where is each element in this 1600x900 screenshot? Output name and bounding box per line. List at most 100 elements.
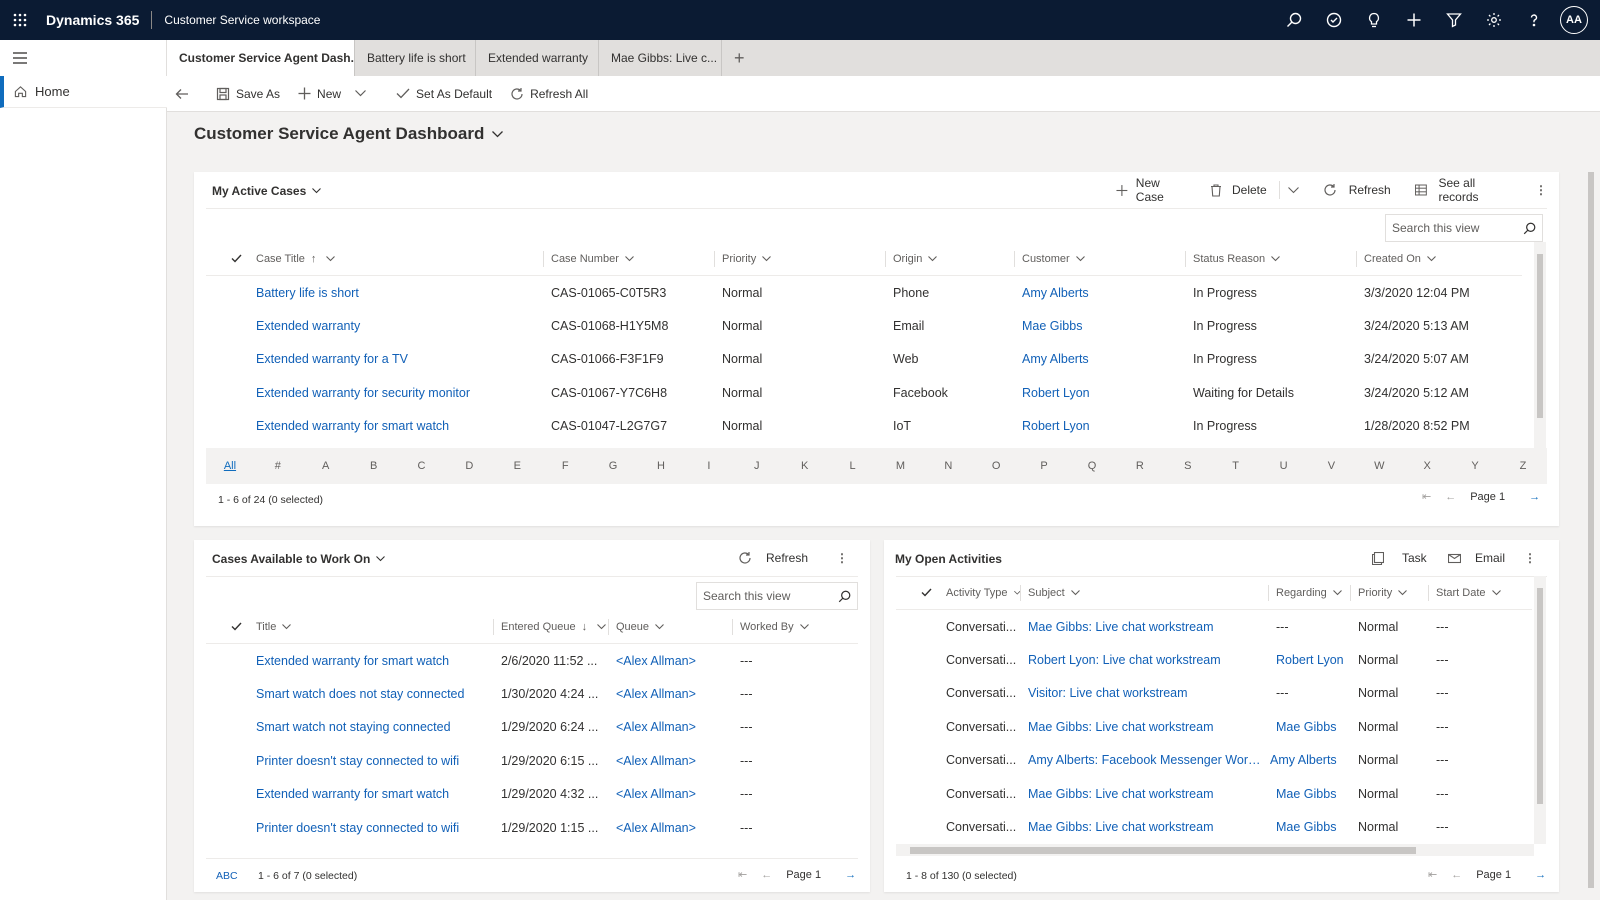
- column-header-created-on[interactable]: Created On: [1356, 242, 1522, 276]
- chevron-down-icon[interactable]: [355, 90, 366, 97]
- case-title-link[interactable]: Smart watch not staying connected: [248, 720, 493, 734]
- filter-letter[interactable]: G: [589, 460, 637, 472]
- filter-letter[interactable]: D: [445, 460, 493, 472]
- more-options-icon[interactable]: ⋮: [1523, 183, 1559, 197]
- regarding-link[interactable]: Robert Lyon: [1268, 653, 1350, 667]
- scrollbar-thumb[interactable]: [910, 847, 1416, 854]
- column-header-activity-type[interactable]: Activity Type: [938, 576, 1020, 610]
- table-row[interactable]: Battery life is short CAS-01065-C0T5R3 N…: [206, 276, 1522, 309]
- filter-letter[interactable]: E: [493, 460, 541, 472]
- column-header-customer[interactable]: Customer: [1014, 242, 1185, 276]
- column-header-title[interactable]: Title: [248, 610, 493, 644]
- brand-name[interactable]: Dynamics 365: [46, 12, 139, 28]
- chevron-down-icon[interactable]: [1287, 186, 1299, 194]
- search-input[interactable]: Search this view: [696, 582, 858, 610]
- queue-link[interactable]: <Alex Allman>: [608, 720, 732, 734]
- filter-letter[interactable]: B: [350, 460, 398, 472]
- sidebar-item-home[interactable]: Home: [0, 76, 167, 108]
- customer-link[interactable]: Robert Lyon: [1014, 419, 1185, 433]
- filter-letter[interactable]: Q: [1068, 460, 1116, 472]
- customer-link[interactable]: Mae Gibbs: [1014, 319, 1185, 333]
- table-row[interactable]: Conversati... Mae Gibbs: Live chat workst…: [896, 777, 1532, 810]
- column-header-case-title[interactable]: Case Title ↑: [248, 242, 543, 276]
- more-options-icon[interactable]: ⋮: [1524, 540, 1536, 576]
- grid-scrollbar[interactable]: [1534, 242, 1546, 448]
- filter-letter[interactable]: N: [924, 460, 972, 472]
- select-all-checkbox[interactable]: [896, 576, 938, 610]
- column-header-worked-by[interactable]: Worked By: [732, 610, 858, 644]
- filter-letter[interactable]: I: [685, 460, 733, 472]
- queue-link[interactable]: <Alex Allman>: [608, 821, 732, 835]
- case-title-link[interactable]: Battery life is short: [248, 286, 543, 300]
- scrollbar-thumb[interactable]: [1537, 588, 1543, 804]
- column-header-start-date[interactable]: Start Date: [1428, 576, 1532, 610]
- waffle-icon[interactable]: [0, 0, 40, 40]
- table-row[interactable]: Conversati... Mae Gibbs: Live chat workst…: [896, 710, 1532, 743]
- column-header-priority[interactable]: Priority: [1350, 576, 1428, 610]
- card-title[interactable]: My Active Cases: [212, 184, 322, 198]
- previous-page-icon[interactable]: ←: [761, 869, 772, 881]
- case-title-link[interactable]: Extended warranty: [248, 319, 543, 333]
- refresh-button[interactable]: Refresh: [738, 540, 808, 576]
- filter-icon[interactable]: [1434, 0, 1474, 40]
- subject-link[interactable]: Robert Lyon: Live chat workstream: [1020, 653, 1268, 667]
- case-title-link[interactable]: Extended warranty for smart watch: [248, 419, 543, 433]
- previous-page-icon[interactable]: ←: [1445, 491, 1456, 503]
- search-icon[interactable]: [838, 590, 851, 603]
- tab-extended-warranty[interactable]: Extended warranty: [476, 40, 599, 76]
- column-header-regarding[interactable]: Regarding: [1268, 576, 1350, 610]
- table-row[interactable]: Printer doesn't stay connected to wifi 1/…: [206, 811, 858, 844]
- filter-letter[interactable]: P: [1020, 460, 1068, 472]
- card-title[interactable]: Cases Available to Work On: [212, 552, 386, 566]
- regarding-link[interactable]: Amy Alberts: [1268, 753, 1350, 767]
- case-title-link[interactable]: Extended warranty for smart watch: [248, 654, 493, 668]
- column-header-case-number[interactable]: Case Number: [543, 242, 714, 276]
- previous-page-icon[interactable]: ←: [1451, 869, 1462, 881]
- column-header-entered-queue[interactable]: Entered Queue ↓: [493, 610, 608, 644]
- scrollbar-thumb[interactable]: [1588, 172, 1594, 888]
- filter-letter[interactable]: V: [1307, 460, 1355, 472]
- filter-letter[interactable]: A: [302, 460, 350, 472]
- user-avatar[interactable]: AA: [1560, 6, 1588, 34]
- queue-link[interactable]: <Alex Allman>: [608, 654, 732, 668]
- customer-link[interactable]: Robert Lyon: [1014, 386, 1185, 400]
- next-page-icon[interactable]: →: [845, 869, 856, 881]
- first-page-icon[interactable]: ⇤: [1428, 868, 1437, 881]
- table-row[interactable]: Conversati... Amy Alberts: Facebook Messe…: [896, 744, 1532, 777]
- help-icon[interactable]: [1514, 0, 1554, 40]
- case-title-link[interactable]: Extended warranty for security monitor: [248, 386, 543, 400]
- case-title-link[interactable]: Printer doesn't stay connected to wifi: [248, 821, 493, 835]
- filter-letter[interactable]: W: [1355, 460, 1403, 472]
- new-button[interactable]: New: [289, 76, 381, 112]
- filter-letter[interactable]: T: [1212, 460, 1260, 472]
- search-icon[interactable]: [1523, 222, 1536, 235]
- case-title-link[interactable]: Printer doesn't stay connected to wifi: [248, 754, 493, 768]
- case-title-link[interactable]: Smart watch does not stay connected: [248, 687, 493, 701]
- column-header-status-reason[interactable]: Status Reason: [1185, 242, 1356, 276]
- subject-link[interactable]: Visitor: Live chat workstream: [1020, 686, 1268, 700]
- gear-icon[interactable]: [1474, 0, 1514, 40]
- table-row[interactable]: Smart watch does not stay connected 1/30/…: [206, 677, 858, 710]
- filter-letter[interactable]: C: [398, 460, 446, 472]
- customer-link[interactable]: Amy Alberts: [1014, 286, 1185, 300]
- subject-link[interactable]: Mae Gibbs: Live chat workstream: [1020, 787, 1268, 801]
- table-row[interactable]: Extended warranty for smart watch 1/29/20…: [206, 778, 858, 811]
- filter-letter[interactable]: Z: [1499, 460, 1547, 472]
- column-header-subject[interactable]: Subject: [1020, 576, 1268, 610]
- horizontal-scrollbar[interactable]: [896, 844, 1534, 856]
- filter-letter[interactable]: H: [637, 460, 685, 472]
- filter-letter[interactable]: S: [1164, 460, 1212, 472]
- regarding-link[interactable]: Mae Gibbs: [1268, 720, 1350, 734]
- filter-all[interactable]: All: [206, 460, 254, 472]
- refresh-all-button[interactable]: Refresh All: [501, 76, 597, 112]
- plus-icon[interactable]: [1394, 0, 1434, 40]
- set-as-default-button[interactable]: Set As Default: [387, 76, 501, 112]
- table-row[interactable]: Extended warranty for smart watch CAS-01…: [206, 410, 1522, 443]
- more-options-icon[interactable]: ⋮: [836, 540, 848, 576]
- select-all-checkbox[interactable]: [206, 242, 248, 276]
- filter-letter[interactable]: X: [1403, 460, 1451, 472]
- queue-link[interactable]: <Alex Allman>: [608, 754, 732, 768]
- subject-link[interactable]: Mae Gibbs: Live chat workstream: [1020, 620, 1268, 634]
- tab-dashboard[interactable]: Customer Service Agent Dash...: [167, 40, 355, 76]
- table-row[interactable]: Smart watch not staying connected 1/29/20…: [206, 711, 858, 744]
